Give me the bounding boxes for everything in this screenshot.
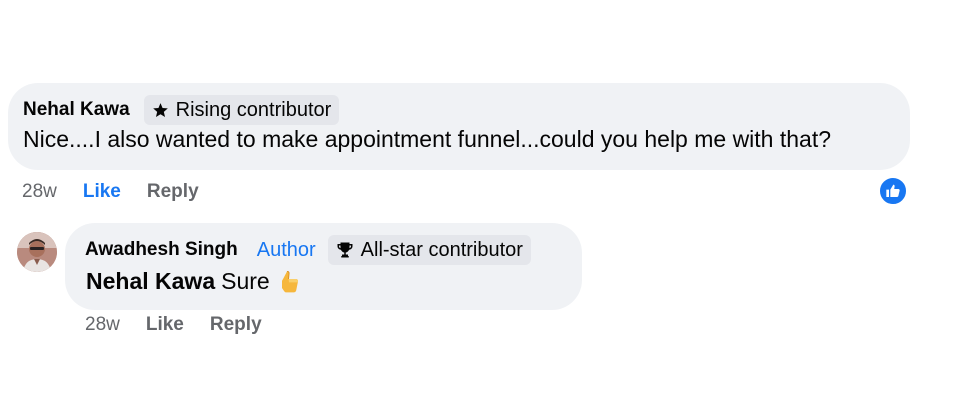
badge-label: Rising contributor — [175, 98, 332, 121]
reply-button[interactable]: Reply — [210, 314, 262, 336]
contributor-badge[interactable]: All-star contributor — [327, 235, 531, 265]
comment-text: Nice....I also wanted to make appointmen… — [23, 126, 832, 152]
like-reaction-icon[interactable] — [878, 176, 908, 206]
star-badge-icon — [152, 102, 168, 117]
comments-section: Nehal Kawa Rising contributor Nice....I … — [0, 0, 960, 414]
like-button[interactable]: Like — [83, 181, 121, 203]
reply-button[interactable]: Reply — [147, 181, 199, 203]
comment-actions: 28w Like Reply — [22, 181, 199, 203]
badge-label: All-star contributor — [360, 238, 523, 261]
avatar[interactable] — [17, 232, 57, 272]
mention-link[interactable]: Nehal Kawa — [86, 268, 215, 295]
trophy-icon — [337, 242, 353, 258]
reply-actions: 28w Like Reply — [85, 314, 262, 336]
author-tag: Author — [256, 238, 316, 261]
comment-header: Nehal Kawa Rising contributor — [23, 95, 340, 125]
thumbs-up-emoji — [278, 269, 302, 295]
comment-timestamp[interactable]: 28w — [22, 181, 57, 203]
contributor-badge[interactable]: Rising contributor — [143, 95, 340, 125]
user-photo — [17, 232, 57, 272]
reply-timestamp[interactable]: 28w — [85, 314, 120, 336]
reply-message: Sure — [221, 268, 270, 294]
comment-author-name[interactable]: Nehal Kawa — [23, 99, 130, 121]
reply-header: Awadhesh Singh Author All-star contribut… — [85, 235, 531, 265]
thumbs-up-icon — [886, 184, 900, 197]
reply-author-name[interactable]: Awadhesh Singh — [85, 239, 238, 261]
like-button[interactable]: Like — [146, 314, 184, 336]
reply-text: Nehal Kawa Sure — [86, 268, 302, 295]
